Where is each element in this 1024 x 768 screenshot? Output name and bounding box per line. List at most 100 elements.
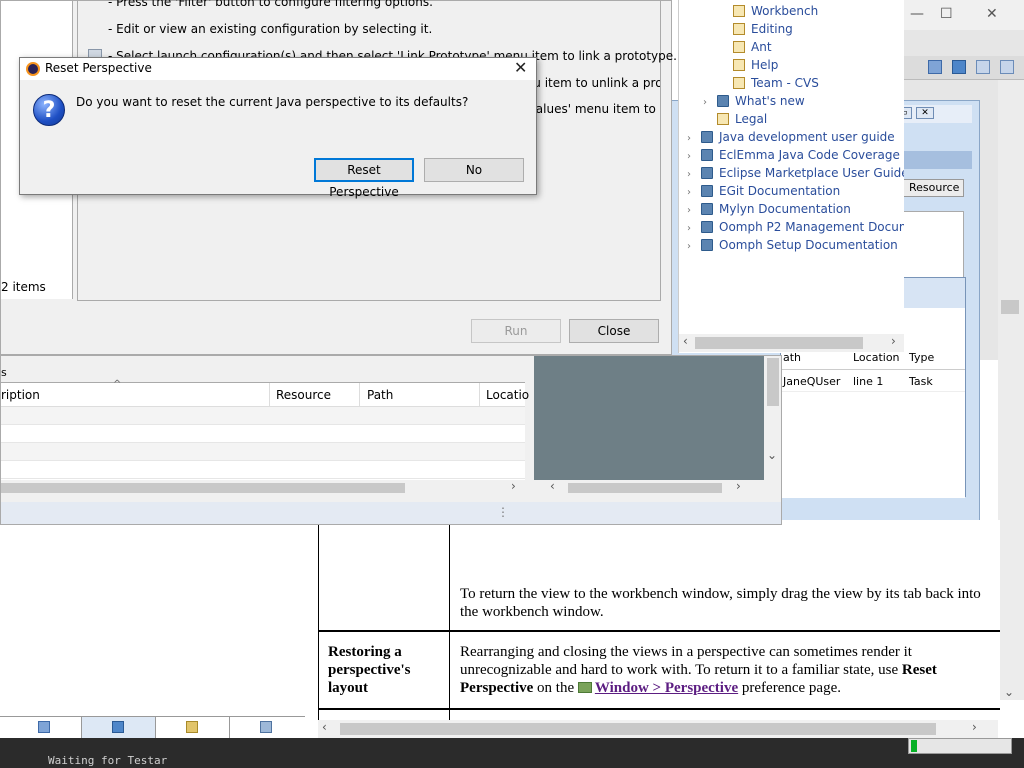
status-text: Waiting for Testar [48,754,168,767]
print-icon[interactable] [976,60,990,74]
shot-highlight-bar [902,151,972,169]
preview-h-scrollbar[interactable]: ‹ › [534,479,780,496]
toc-h-scrollbar[interactable]: ‹ › [679,334,904,352]
scroll-down-icon[interactable]: ⌄ [1004,685,1014,699]
bookmarks-icon [260,721,272,733]
preference-icon [577,682,592,693]
book-icon [701,221,713,233]
highlight-icon[interactable] [1000,60,1014,74]
toc-item-label: Legal [735,112,768,126]
col-path[interactable]: Path [367,388,393,402]
desc-part-2: on the [533,680,578,696]
preview-h-thumb[interactable] [568,483,722,493]
scroll-left-icon[interactable]: ‹ [322,720,327,734]
table-row[interactable] [1,425,525,443]
content-scroll-thumb[interactable] [1001,300,1019,314]
run-button[interactable]: Run [471,319,561,343]
preview-scroll-right-icon[interactable]: › [736,479,741,493]
tab-contents[interactable] [0,717,82,738]
shot-cell-user: JaneQUser [783,375,841,388]
toc-item[interactable]: Team - CVS [719,74,819,92]
toc-item[interactable]: › Mylyn Documentation [687,200,851,218]
window-controls: — ☐ ✕ [904,0,1024,30]
book-icon [701,131,713,143]
toc-item[interactable]: › Eclipse Marketplace User Guide [687,164,904,182]
help-toolbar [904,56,1024,80]
search-icon [186,721,198,733]
toc-item[interactable]: Workbench [719,2,818,20]
toc-item[interactable]: › Java development user guide [687,128,895,146]
bookmark-icon[interactable] [952,60,966,74]
toc-scroll-left-icon[interactable]: ‹ [683,334,688,348]
drag-back-text: To return the view to the workbench wind… [460,586,981,620]
sync-icon[interactable] [928,60,942,74]
desc-part-3: preference page. [738,680,841,696]
toc-item[interactable]: ›Oomph P2 Management Documentation [687,218,904,236]
window-perspective-link[interactable]: Window > Perspective [595,680,738,696]
book-icon [701,185,713,197]
tab-bookmarks[interactable] [230,717,305,738]
tab-index[interactable] [82,717,156,738]
view-toolbar-strip: ⋮ [1,502,781,524]
toc-item[interactable]: Editing [719,20,793,38]
toc-item[interactable]: Help [719,56,778,74]
expand-chevron-icon[interactable]: › [687,238,701,256]
preview-v-scrollbar[interactable]: ⌄ [765,356,781,481]
toc-item-label: Workbench [751,4,819,18]
problems-scroll-thumb[interactable] [1,483,405,493]
preview-pane [534,356,764,481]
close-window-icon[interactable]: ✕ [986,6,998,22]
doc-scroll-thumb[interactable] [340,723,936,735]
toc-item-label: Java development user guide [719,130,895,144]
problems-h-scrollbar[interactable]: › [1,479,525,496]
page-icon [733,59,745,71]
content-scrollbar[interactable]: ⌄ [998,80,1024,700]
reset-perspective-button[interactable]: Reset Perspective [314,158,414,199]
shot-cell-type: Task [909,375,933,388]
toc-item[interactable]: › What's new [703,92,805,110]
toc-item[interactable]: › EGit Documentation [687,182,840,200]
close-icon[interactable]: ✕ [514,58,527,77]
book-icon [701,239,713,251]
shot-table-row: JaneQUser line 1 Task [781,372,965,392]
col-location[interactable]: Locatio [486,388,529,402]
toc-item[interactable]: Legal [703,110,767,128]
toc-item-label: Eclipse Marketplace User Guide [719,166,904,180]
toc-scroll-right-icon[interactable]: › [891,334,896,348]
toc-item[interactable]: › EclEmma Java Code Coverage [687,146,900,164]
maximize-icon[interactable]: ☐ [940,6,953,22]
index-icon [112,721,124,733]
scroll-right-icon[interactable]: › [972,720,977,734]
toc-item[interactable]: Ant [719,38,772,56]
toc-item[interactable]: › Oomph Setup Documentation [687,236,898,254]
help-left-panel [10,527,305,717]
minimize-icon[interactable]: — [910,6,924,22]
close-button[interactable]: Close [569,319,659,343]
preview-scroll-left-icon[interactable]: ‹ [550,479,555,493]
help-toc-tree: Workbench Editing Ant Help Team - CVS › What's… [678,0,904,353]
eclipse-icon [26,62,40,76]
shot-resource-tab: Resource [902,179,964,197]
preview-scroll-down-icon[interactable]: ⌄ [767,448,777,462]
toc-scroll-thumb[interactable] [695,337,863,349]
table-row[interactable] [1,407,525,425]
col-resource[interactable]: Resource [276,388,331,402]
shot-close-icon: ✕ [916,107,934,119]
col-description[interactable]: ription [1,388,40,402]
problems-scroll-right-icon[interactable]: › [511,479,516,493]
doc-table: To return the view to the workbench wind… [318,520,1000,720]
page-icon [733,5,745,17]
shot-titlebar: ▭ ✕ [892,105,972,123]
problems-view: s ^ ription Resource Path Locatio › ⌄ ‹ … [0,355,782,525]
toc-item-label: Help [751,58,779,72]
doc-h-scrollbar[interactable]: ‹ › [318,720,998,738]
contents-icon [38,721,50,733]
preview-scroll-thumb[interactable] [767,358,779,406]
no-button[interactable]: No [424,158,524,182]
question-icon: ? [33,94,65,126]
tab-search[interactable] [156,717,230,738]
drag-handle-icon[interactable]: ⋮ [497,505,509,519]
page-icon [733,41,745,53]
table-row[interactable] [1,443,525,461]
table-row[interactable] [1,461,525,479]
